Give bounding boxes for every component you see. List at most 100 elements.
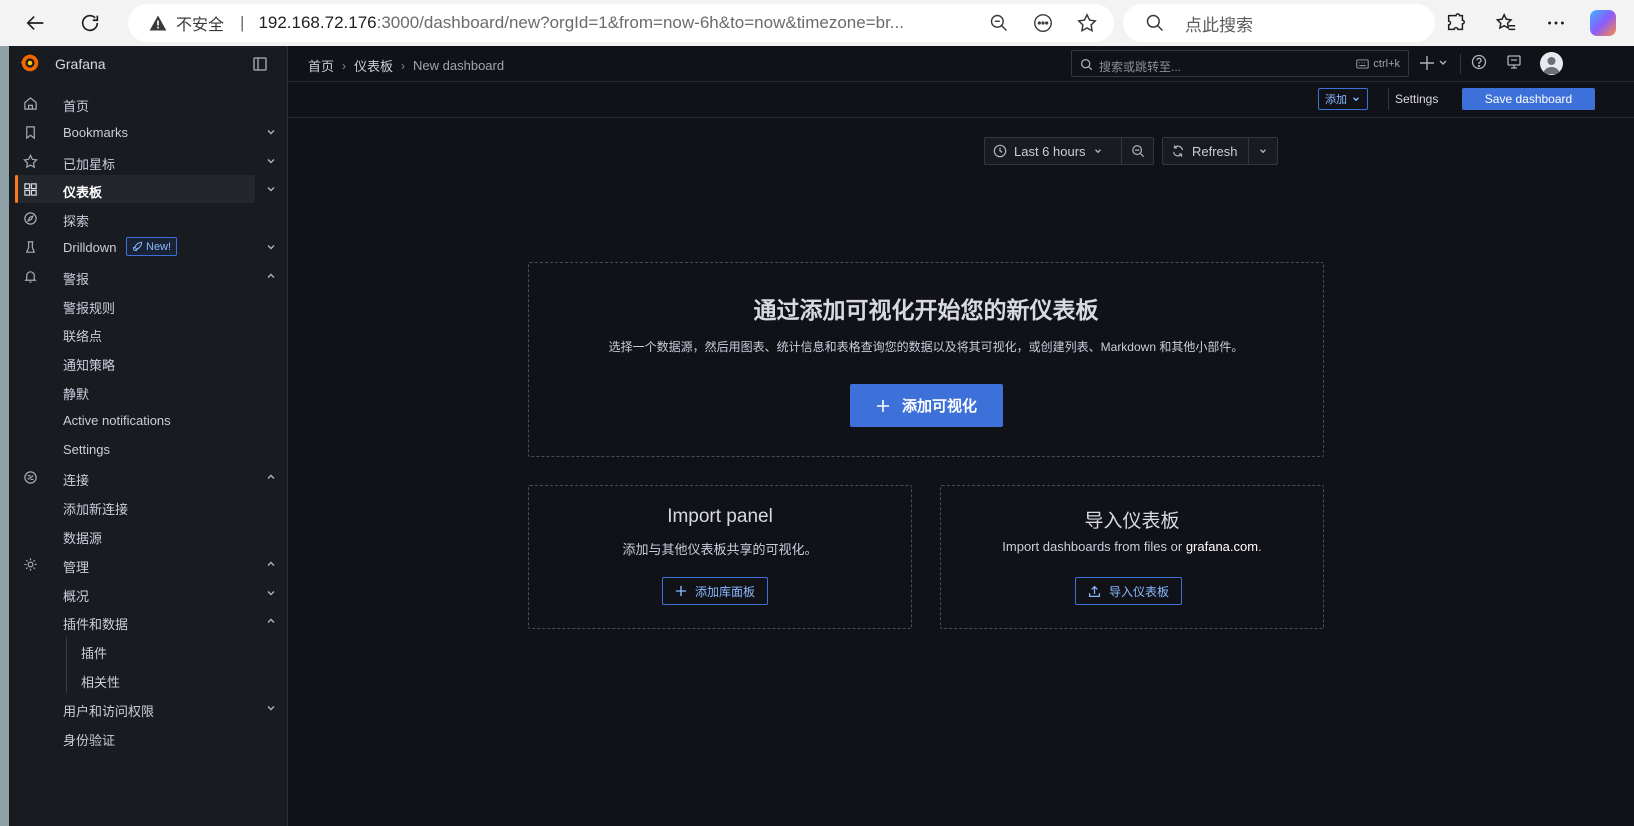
- zoom-out-button[interactable]: [1122, 137, 1154, 165]
- time-range-button[interactable]: Last 6 hours: [984, 137, 1122, 165]
- topbar-divider: [1460, 54, 1461, 74]
- compass-icon: [23, 211, 38, 226]
- sidebar-item-connections[interactable]: 连接: [15, 463, 255, 491]
- sidebar-item-dashboards[interactable]: 仪表板: [15, 175, 255, 203]
- copilot-icon[interactable]: [1590, 10, 1616, 36]
- sidebar-item-notification-policies[interactable]: 通知策略: [15, 348, 255, 376]
- sidebar-item-label: 已加星标: [63, 157, 116, 172]
- sidebar-item-alerting[interactable]: 警报: [15, 262, 255, 290]
- chevron-down-icon[interactable]: [265, 183, 277, 195]
- browser-toolbar: 不安全 | 192.168.72.176 :3000/dashboard/new…: [0, 0, 1634, 46]
- empty-dashboard-title: 通过添加可视化开始您的新仪表板: [753, 297, 1099, 323]
- sidebar-item-contact-points[interactable]: 联络点: [15, 319, 255, 347]
- add-visualization-button[interactable]: 添加可视化: [850, 384, 1003, 427]
- sidebar-item-plugins[interactable]: 插件: [15, 636, 255, 664]
- sidebar-item-label: 警报规则: [63, 301, 116, 316]
- chevron-down-icon[interactable]: [265, 155, 277, 167]
- sidebar-item-label: 数据源: [63, 531, 103, 546]
- chevron-up-icon[interactable]: [265, 615, 277, 627]
- import-panel-title: Import panel: [667, 506, 773, 527]
- chevron-up-icon[interactable]: [265, 471, 277, 483]
- grafana-com-link[interactable]: grafana.com: [1186, 539, 1258, 554]
- import-panel-description: 添加与其他仪表板共享的可视化。: [622, 542, 818, 557]
- search-icon: [1080, 58, 1093, 71]
- import-dashboard-description-end: .: [1258, 539, 1262, 554]
- reload-icon[interactable]: [74, 7, 106, 39]
- sidebar-item-label: 插件和数据: [63, 617, 129, 632]
- chevron-down-icon[interactable]: [265, 587, 277, 599]
- browser-search[interactable]: 点此搜索: [1123, 4, 1435, 42]
- save-dashboard-button[interactable]: Save dashboard: [1462, 88, 1595, 110]
- import-dashboard-description-text: Import dashboards from files or: [1002, 539, 1186, 554]
- url-path: :3000/dashboard/new?orgId=1&from=now-6h&…: [376, 13, 904, 32]
- sidebar-item-label: 警报: [63, 272, 90, 287]
- sidebar-item-label: 静默: [63, 387, 90, 402]
- home-icon: [23, 96, 38, 111]
- add-library-panel-button[interactable]: 添加库面板: [662, 577, 769, 605]
- sidebar-item-add-connection[interactable]: 添加新连接: [15, 492, 255, 520]
- refresh-button[interactable]: Refresh: [1162, 137, 1249, 165]
- add-button-label: 添加: [1325, 94, 1347, 106]
- sidebar-item-silences[interactable]: 静默: [15, 377, 255, 405]
- breadcrumb-dashboards[interactable]: 仪表板: [354, 56, 393, 75]
- apps-grid-icon: [23, 182, 38, 197]
- chevron-down-icon[interactable]: [265, 126, 277, 138]
- chevron-up-icon[interactable]: [265, 558, 277, 570]
- settings-button[interactable]: Settings: [1388, 88, 1444, 110]
- avatar[interactable]: [1540, 52, 1563, 75]
- sidebar-item-plugins-and-data[interactable]: 插件和数据: [15, 607, 255, 635]
- url-host: 192.168.72.176: [258, 13, 377, 32]
- sidebar-item-home[interactable]: 首页: [15, 89, 255, 117]
- chevron-up-icon[interactable]: [265, 270, 277, 282]
- grafana-logo-icon[interactable]: [19, 52, 41, 74]
- security-label: 不安全: [176, 17, 225, 34]
- chevron-down-icon[interactable]: [265, 702, 277, 714]
- breadcrumb-separator: ›: [401, 58, 406, 73]
- sidebar-item-alert-rules[interactable]: 警报规则: [15, 291, 255, 319]
- search-icon: [1146, 14, 1164, 32]
- sidebar-item-active-notifications[interactable]: Active notifications: [15, 406, 255, 434]
- news-icon[interactable]: [1506, 54, 1522, 70]
- dashboard-toolbar: 添加 Settings Save dashboard: [288, 82, 1634, 118]
- keyboard-icon: [1356, 59, 1370, 69]
- plus-icon: [675, 585, 687, 597]
- favorites-icon[interactable]: [1490, 7, 1522, 39]
- sidebar-item-general[interactable]: 概况: [15, 579, 255, 607]
- extensions-icon[interactable]: [1440, 7, 1472, 39]
- sidebar-item-starred[interactable]: 已加星标: [15, 147, 255, 175]
- refresh-interval-dropdown[interactable]: [1249, 137, 1278, 165]
- empty-dashboard-description: 选择一个数据源，然后用图表、统计信息和表格查询您的数据以及将其可视化，或创建列表…: [608, 340, 1244, 354]
- import-dashboard-button[interactable]: 导入仪表板: [1075, 577, 1183, 605]
- sidebar: Grafana 首页 Bookmarks 已加星标 仪表板 探索 Drilldo…: [9, 46, 288, 826]
- back-icon[interactable]: [20, 7, 52, 39]
- chevron-down-icon[interactable]: [265, 241, 277, 253]
- more-menu-icon[interactable]: [1540, 7, 1572, 39]
- address-bar[interactable]: 不安全 | 192.168.72.176 :3000/dashboard/new…: [128, 4, 1114, 42]
- brand: Grafana: [9, 46, 288, 82]
- import-dashboard-card: 导入仪表板 Import dashboards from files or gr…: [940, 485, 1324, 629]
- sidebar-item-label: 探索: [63, 214, 90, 229]
- sidebar-item-authentication[interactable]: 身份验证: [15, 723, 255, 751]
- sidebar-item-administration[interactable]: 管理: [15, 550, 255, 578]
- sidebar-item-data-sources[interactable]: 数据源: [15, 521, 255, 549]
- help-icon[interactable]: [1471, 54, 1487, 70]
- sidebar-item-alert-settings[interactable]: Settings: [15, 435, 255, 463]
- plus-icon[interactable]: [1419, 54, 1449, 72]
- favorite-star-icon[interactable]: [1074, 10, 1100, 36]
- sidebar-item-correlations[interactable]: 相关性: [15, 665, 255, 693]
- more-tools-icon[interactable]: [1030, 10, 1056, 36]
- search-input[interactable]: 搜索或跳转至... ctrl+k: [1071, 50, 1409, 77]
- sidebar-item-label: 连接: [63, 473, 90, 488]
- breadcrumb-home[interactable]: 首页: [308, 56, 334, 75]
- security-warning[interactable]: 不安全: [148, 11, 224, 35]
- browser-search-placeholder: 点此搜索: [1185, 15, 1253, 35]
- sidebar-item-users-and-access[interactable]: 用户和访问权限: [15, 694, 255, 722]
- sidebar-item-label: Settings: [63, 442, 110, 457]
- zoom-icon[interactable]: [986, 10, 1012, 36]
- sidebar-item-bookmarks[interactable]: Bookmarks: [15, 118, 255, 146]
- add-button[interactable]: 添加: [1318, 88, 1368, 110]
- sidebar-item-explore[interactable]: 探索: [15, 204, 255, 232]
- cog-icon: [23, 557, 38, 572]
- search-placeholder: 搜索或跳转至...: [1099, 60, 1182, 74]
- dock-menu-icon[interactable]: [252, 56, 268, 72]
